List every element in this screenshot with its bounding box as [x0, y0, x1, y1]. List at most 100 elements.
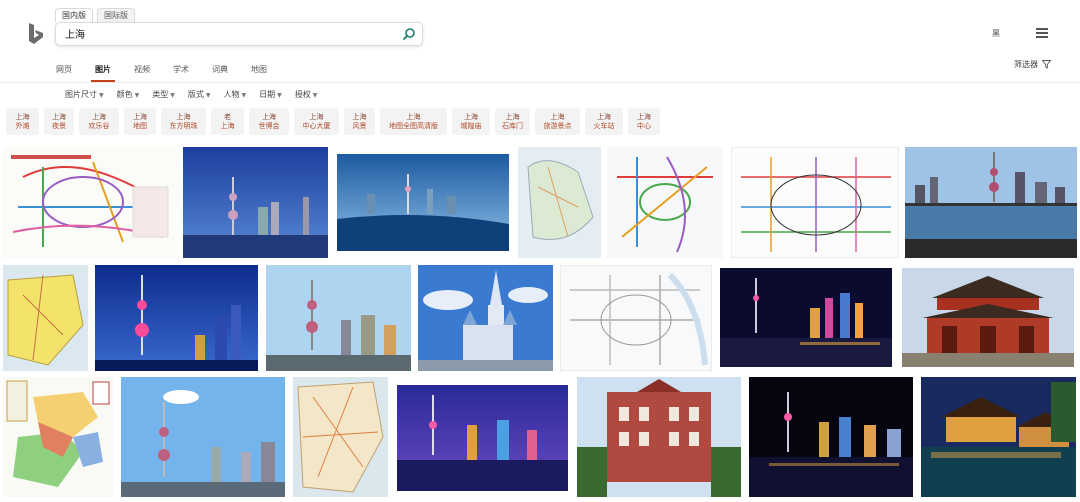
chip-line1: 老: [224, 112, 231, 121]
skyline-thumbnail: [397, 385, 568, 491]
search-icon[interactable]: [402, 27, 416, 41]
related-chip[interactable]: 上海 世博会: [249, 108, 289, 135]
metro-map-thumbnail: [607, 147, 723, 258]
tab-dictionary[interactable]: 词典: [212, 62, 228, 82]
skyline-thumbnail: [720, 268, 892, 367]
related-chip[interactable]: 上海 火车站: [585, 108, 623, 135]
image-result[interactable]: [418, 265, 553, 371]
metro-map-thumbnail: [3, 147, 176, 258]
filter-label: 图片尺寸: [65, 90, 97, 99]
filter-label: 筛选器: [1014, 60, 1038, 69]
related-chip[interactable]: 上海 外滩: [6, 108, 39, 135]
signin-link[interactable]: 黑: [992, 28, 1000, 39]
chip-line1: 上海: [309, 112, 324, 121]
chip-line2: 欢乐谷: [88, 121, 110, 130]
related-chip[interactable]: 上海 欢乐谷: [79, 108, 119, 135]
filter-image-size[interactable]: 图片尺寸 ▼: [65, 89, 104, 100]
image-result[interactable]: [577, 377, 741, 497]
skyline-thumbnail: [95, 265, 258, 371]
filter-type[interactable]: 类型 ▼: [152, 89, 175, 100]
chip-line1: 上海: [262, 112, 276, 121]
image-result[interactable]: [397, 385, 568, 491]
chip-line2: 上海: [220, 121, 235, 130]
image-result[interactable]: [266, 265, 411, 371]
chip-line2: 火车站: [593, 121, 615, 130]
filter-bar: 图片尺寸 ▼ 颜色 ▼ 类型 ▼ 版式 ▼ 人物 ▼ 日期 ▼ 授权 ▼: [65, 89, 330, 100]
chip-line2: 石库门: [502, 121, 523, 130]
caret-down-icon: ▼: [241, 92, 247, 99]
caret-down-icon: ▼: [134, 92, 140, 99]
image-result[interactable]: [183, 147, 328, 258]
scope-tabs: 国内版 国际版: [55, 8, 135, 22]
chip-line1: 上海: [92, 112, 106, 121]
related-chip[interactable]: 上海 中心: [628, 108, 660, 135]
related-chip[interactable]: 上海 城隍庙: [452, 108, 490, 135]
tab-videos[interactable]: 视频: [134, 62, 150, 82]
filter-label: 版式: [187, 90, 204, 99]
related-chip[interactable]: 上海 地图全图高清版: [380, 108, 447, 135]
image-result[interactable]: [905, 147, 1077, 258]
image-result[interactable]: [607, 147, 723, 258]
search-input[interactable]: [65, 28, 385, 39]
nav-divider: [0, 82, 1080, 83]
image-result[interactable]: [3, 147, 176, 258]
search-box: [55, 22, 423, 46]
district-map-thumbnail: [3, 377, 113, 497]
filter-label: 人物: [223, 90, 240, 99]
filter-license[interactable]: 授权 ▼: [295, 89, 318, 100]
image-result[interactable]: [95, 265, 258, 371]
image-result[interactable]: [337, 154, 509, 251]
image-result[interactable]: [3, 265, 88, 371]
related-chip[interactable]: 上海 夜景: [44, 108, 74, 135]
image-result[interactable]: [518, 147, 601, 258]
temple-thumbnail: [902, 268, 1074, 367]
image-result[interactable]: [293, 377, 388, 497]
chip-line1: 上海: [406, 112, 421, 121]
skyline-thumbnail: [749, 377, 913, 497]
filter-layout[interactable]: 版式 ▼: [188, 89, 211, 100]
metro-map-thumbnail: [560, 265, 712, 371]
image-result[interactable]: [921, 377, 1076, 497]
filter-color[interactable]: 颜色 ▼: [117, 89, 140, 100]
caret-down-icon: ▼: [312, 92, 318, 99]
chip-line1: 上海: [176, 112, 191, 121]
related-chip[interactable]: 上海 风景: [344, 108, 375, 135]
related-chip[interactable]: 老上海: [211, 108, 244, 135]
tab-academic[interactable]: 学术: [173, 62, 189, 82]
related-chip[interactable]: 上海 地图: [124, 108, 156, 135]
chip-line2: 夜景: [52, 121, 66, 130]
related-chip[interactable]: 上海 石库门: [495, 108, 530, 135]
related-chip[interactable]: 上海 中心大厦: [294, 108, 339, 135]
city-map-thumbnail: [3, 265, 88, 371]
image-result[interactable]: [560, 265, 712, 371]
temple-thumbnail: [921, 377, 1076, 497]
image-result[interactable]: [749, 377, 913, 497]
city-map-thumbnail: [293, 377, 388, 497]
related-chip[interactable]: 上海 东方明珠: [161, 108, 206, 135]
filter-date[interactable]: 日期 ▼: [259, 89, 282, 100]
image-result[interactable]: [121, 377, 285, 497]
caret-down-icon: ▼: [170, 92, 175, 99]
related-chip[interactable]: 上海 旅游景点: [535, 108, 580, 135]
scope-tab-domestic[interactable]: 国内版: [55, 8, 93, 22]
tab-maps[interactable]: 地图: [251, 62, 267, 82]
chip-line2: 城隍庙: [460, 121, 482, 130]
image-result[interactable]: [3, 377, 113, 497]
tab-images[interactable]: 图片: [91, 62, 115, 82]
bing-logo-icon[interactable]: [26, 22, 46, 46]
castle-thumbnail: [418, 265, 553, 371]
tab-web[interactable]: 网页: [56, 62, 72, 82]
filter-button[interactable]: 筛选器: [1014, 59, 1051, 70]
chip-line2: 风景: [352, 121, 367, 130]
chip-line1: 上海: [464, 112, 478, 121]
chip-line2: 地图全图高清版: [389, 121, 438, 130]
chip-line2: 东方明珠: [169, 121, 198, 130]
hamburger-menu-icon[interactable]: [1036, 28, 1048, 38]
image-result[interactable]: [720, 268, 892, 367]
scope-tab-international[interactable]: 国际版: [97, 8, 135, 22]
skyline-thumbnail: [121, 377, 285, 497]
skyline-thumbnail: [905, 147, 1077, 258]
image-result[interactable]: [902, 268, 1074, 367]
image-result[interactable]: [731, 147, 899, 258]
filter-people[interactable]: 人物 ▼: [224, 89, 247, 100]
